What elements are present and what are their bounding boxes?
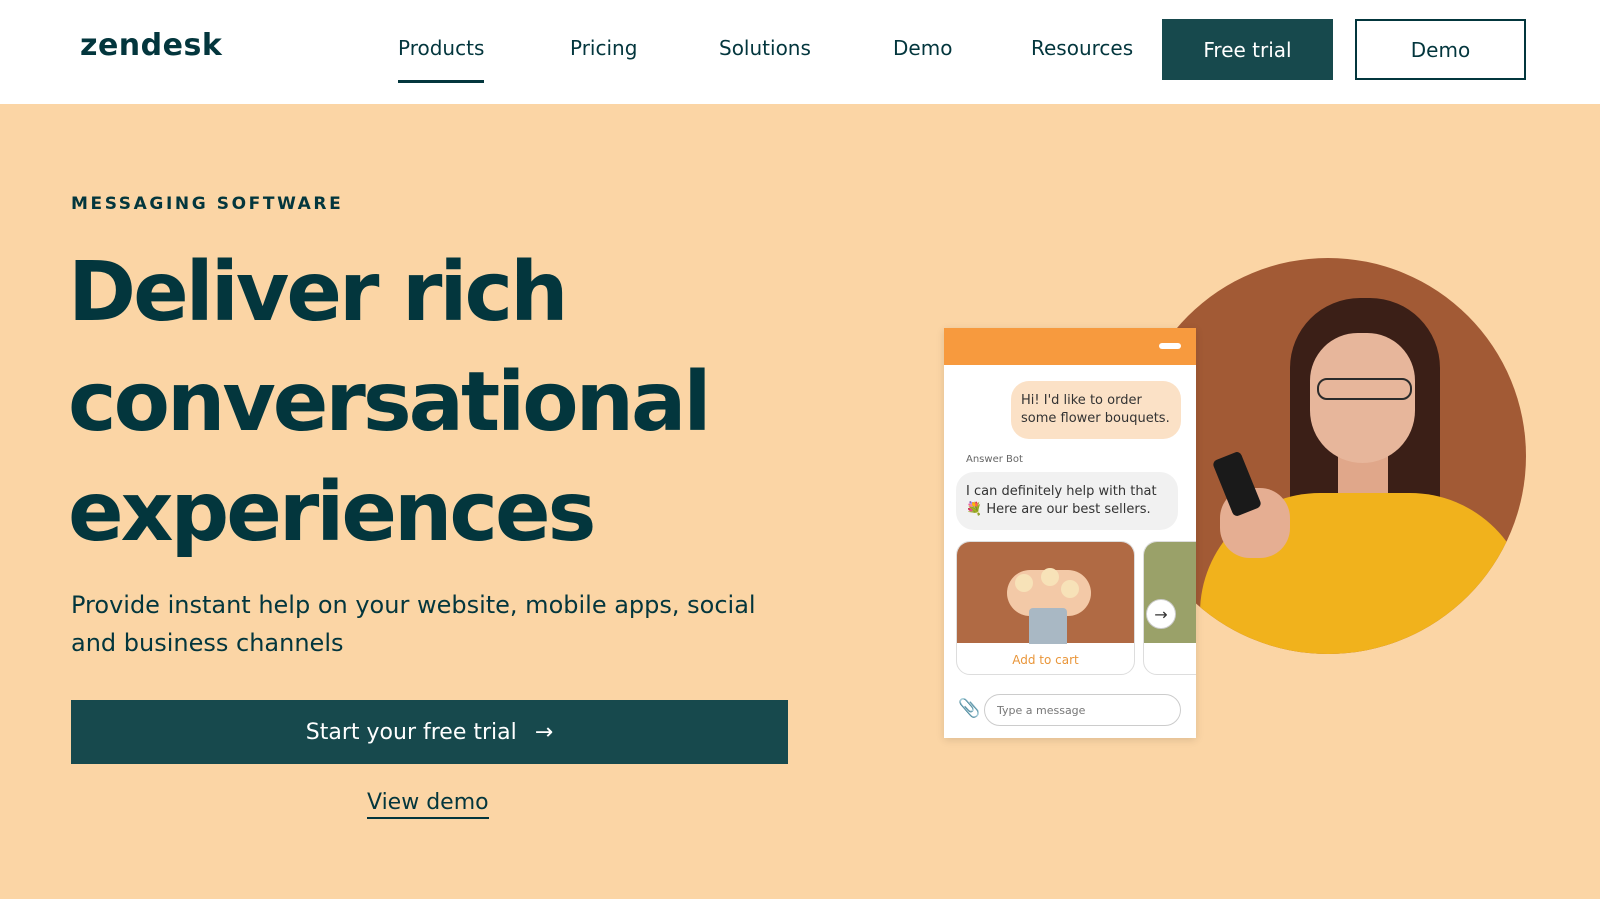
vase [1029,608,1067,644]
start-free-trial-button[interactable]: Start your free trial → [71,700,788,764]
flower-blossom [1015,574,1033,592]
paperclip-icon[interactable]: 📎 [958,698,980,719]
phone-icon [1211,450,1263,518]
bot-message-bubble: I can definitely help with that 💐 Here a… [956,472,1178,530]
flower-bouquet-image [957,542,1134,644]
arrow-right-icon: → [534,719,554,745]
hero-headline: Deliver rich conversational experiences [68,238,848,568]
site-header: zendesk Products Pricing Solutions Demo … [0,0,1600,104]
chat-header-bar [944,328,1196,365]
carousel-next-icon[interactable]: → [1146,599,1176,629]
bot-name-label: Answer Bot [966,454,1023,465]
flower-blossom [1061,580,1079,598]
headline-line-1: Deliver rich [68,245,568,340]
view-demo-link[interactable]: View demo [367,790,489,819]
headline-line-3: experiences [68,465,596,560]
product-card[interactable]: Add to cart [956,541,1135,675]
nav-pricing[interactable]: Pricing [570,36,637,60]
add-to-cart-button[interactable]: Add to cart [957,643,1134,674]
user-message-bubble: Hi! I'd like to order some flower bouque… [1011,381,1181,439]
start-free-trial-label: Start your free trial [305,719,517,745]
flower-blossom [1041,568,1059,586]
message-input[interactable] [984,694,1181,726]
demo-button[interactable]: Demo [1355,19,1526,80]
hero-subtext: Provide instant help on your website, mo… [71,591,756,657]
nav-demo[interactable]: Demo [893,36,952,60]
minimize-icon[interactable] [1159,343,1181,349]
eyebrow-label: MESSAGING SOFTWARE [71,194,344,214]
zendesk-logo[interactable]: zendesk [80,28,222,63]
nav-products[interactable]: Products [398,36,485,83]
photo-glasses [1317,378,1412,400]
plant-image [1144,542,1196,643]
nav-resources[interactable]: Resources [1031,36,1133,60]
free-trial-button[interactable]: Free trial [1162,19,1333,80]
headline-line-2: conversational [68,355,711,450]
chat-widget-mockup: Hi! I'd like to order some flower bouque… [944,328,1196,738]
nav-solutions[interactable]: Solutions [719,36,811,60]
